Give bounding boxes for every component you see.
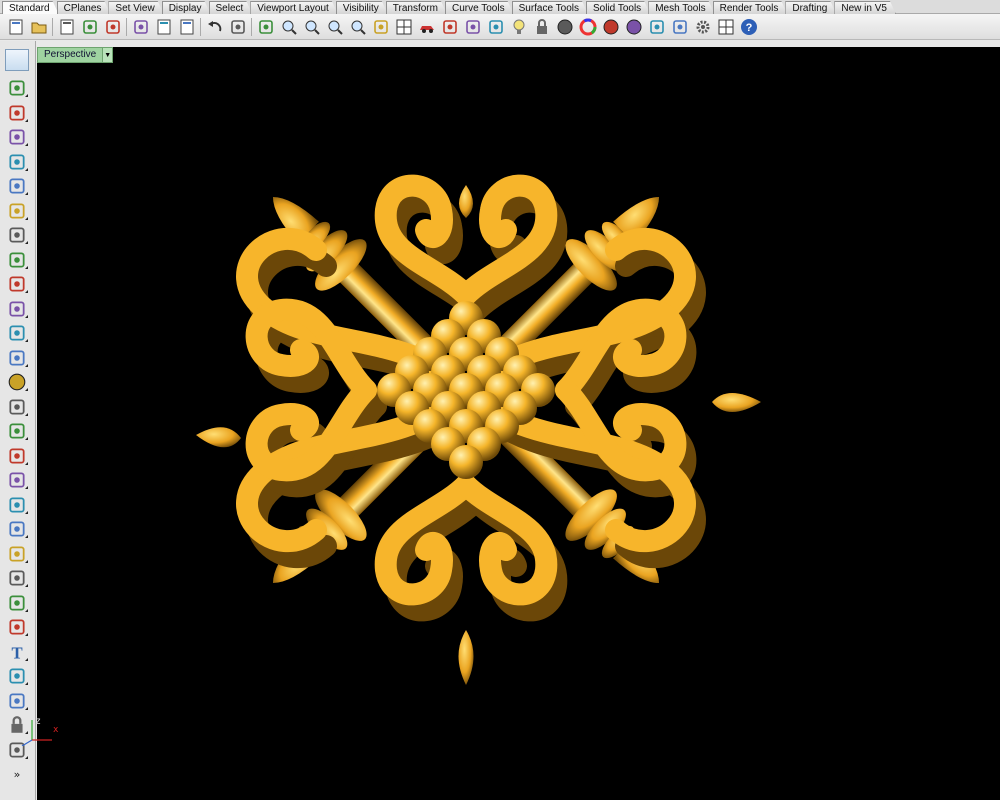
named-view-icon[interactable]	[438, 16, 461, 38]
axis-z-label: z	[35, 716, 42, 727]
select-icon[interactable]	[5, 49, 29, 71]
paste-icon[interactable]	[175, 16, 198, 38]
tab-drafting[interactable]: Drafting	[785, 1, 836, 14]
rhino-window: Standard CPlanes Set View Display Select View…	[0, 0, 1000, 800]
tab-curve-tools[interactable]: Curve Tools	[445, 1, 514, 14]
undo-icon[interactable]	[203, 16, 226, 38]
tab-standard[interactable]: Standard	[2, 1, 59, 14]
sphere-icon[interactable]	[4, 371, 30, 393]
options-gear-icon[interactable]	[691, 16, 714, 38]
light-icon[interactable]	[507, 16, 530, 38]
ghosted-icon[interactable]	[622, 16, 645, 38]
sphere-bead	[449, 445, 483, 479]
tab-transform[interactable]: Transform	[386, 1, 447, 14]
snapshot-icon[interactable]	[461, 16, 484, 38]
zoom-window-icon[interactable]	[300, 16, 323, 38]
svg-text:?: ?	[745, 22, 752, 34]
pan-hand-icon[interactable]	[226, 16, 249, 38]
left-toolbar: T»	[0, 41, 36, 800]
tab-cplanes[interactable]: CPlanes	[57, 1, 111, 14]
box-icon[interactable]	[4, 347, 30, 369]
zoom-extents-icon[interactable]	[323, 16, 346, 38]
svg-text:T: T	[11, 643, 22, 661]
four-viewports-icon[interactable]	[392, 16, 415, 38]
mesh-icon[interactable]	[4, 469, 30, 491]
car-icon[interactable]	[415, 16, 438, 38]
material-icon[interactable]	[668, 16, 691, 38]
standard-toolbar: ?	[0, 14, 1000, 40]
shaded-icon[interactable]	[553, 16, 576, 38]
move-view-icon[interactable]	[254, 16, 277, 38]
viewport-tab[interactable]: Perspective ▼	[37, 47, 114, 63]
open-icon[interactable]	[27, 16, 50, 38]
toolbar-separator	[200, 17, 201, 36]
cut-icon[interactable]	[129, 16, 152, 38]
dimension-icon[interactable]	[4, 665, 30, 687]
tab-render-tools[interactable]: Render Tools	[713, 1, 788, 14]
zoom-icon[interactable]	[277, 16, 300, 38]
tab-set-view[interactable]: Set View	[108, 1, 163, 14]
tab-select[interactable]: Select	[209, 1, 253, 14]
toolbar-tabs: Standard CPlanes Set View Display Select View…	[0, 0, 1000, 14]
cplane-icon[interactable]	[484, 16, 507, 38]
toolbar-separator	[52, 17, 53, 36]
array-icon[interactable]	[4, 690, 30, 712]
toolbar-tab-row: Standard CPlanes Set View Display Select View…	[0, 0, 1000, 14]
plane-icon[interactable]	[4, 420, 30, 442]
print-icon[interactable]	[78, 16, 101, 38]
tab-display[interactable]: Display	[162, 1, 211, 14]
rectangle-icon[interactable]	[4, 224, 30, 246]
extrude-icon[interactable]	[4, 322, 30, 344]
save-icon[interactable]	[55, 16, 78, 38]
lock-icon[interactable]	[530, 16, 553, 38]
tab-visibility[interactable]: Visibility	[336, 1, 388, 14]
zoom-selected-icon[interactable]	[346, 16, 369, 38]
tab-mesh-tools[interactable]: Mesh Tools	[648, 1, 714, 14]
tab-solid-tools[interactable]: Solid Tools	[586, 1, 650, 14]
render-icon[interactable]	[645, 16, 668, 38]
text-icon[interactable]: T	[4, 641, 30, 663]
import-icon[interactable]	[101, 16, 124, 38]
gold-ornament-model	[196, 172, 761, 685]
point-icon[interactable]	[4, 77, 30, 99]
perspective-viewport[interactable]: Perspective ▼	[37, 47, 1000, 800]
boolean-icon[interactable]	[4, 445, 30, 467]
rendered-icon[interactable]	[599, 16, 622, 38]
axis-x-label: x	[53, 725, 59, 735]
help-icon[interactable]: ?	[737, 16, 760, 38]
surface-corner-icon[interactable]	[4, 298, 30, 320]
explode-icon[interactable]	[4, 592, 30, 614]
transform-icon[interactable]	[4, 494, 30, 516]
toolbar-separator	[251, 17, 252, 36]
ellipse-icon[interactable]	[4, 175, 30, 197]
polygon-icon[interactable]	[4, 249, 30, 271]
curve-icon[interactable]	[4, 126, 30, 148]
split-icon[interactable]	[4, 543, 30, 565]
grid-snap-icon[interactable]	[714, 16, 737, 38]
new-icon[interactable]	[4, 16, 27, 38]
color-wheel-icon[interactable]	[576, 16, 599, 38]
trim-icon[interactable]	[4, 518, 30, 540]
arc-icon[interactable]	[4, 200, 30, 222]
cylinder-icon[interactable]	[4, 396, 30, 418]
copy-icon[interactable]	[152, 16, 175, 38]
tab-surface-tools[interactable]: Surface Tools	[512, 1, 588, 14]
viewport-title[interactable]: Perspective	[38, 48, 102, 62]
join-icon[interactable]	[4, 567, 30, 589]
rotate-view-icon[interactable]	[369, 16, 392, 38]
polyline-icon[interactable]	[4, 102, 30, 124]
offset-icon[interactable]	[4, 616, 30, 638]
tab-new-in-v5[interactable]: New in V5	[834, 1, 896, 14]
viewport-menu-arrow[interactable]: ▼	[102, 48, 113, 62]
more-icon[interactable]: »	[4, 763, 30, 785]
fillet-icon[interactable]	[4, 273, 30, 295]
tab-viewport-layout[interactable]: Viewport Layout	[250, 1, 338, 14]
circle-icon[interactable]	[4, 151, 30, 173]
toolbar-separator	[126, 17, 127, 36]
